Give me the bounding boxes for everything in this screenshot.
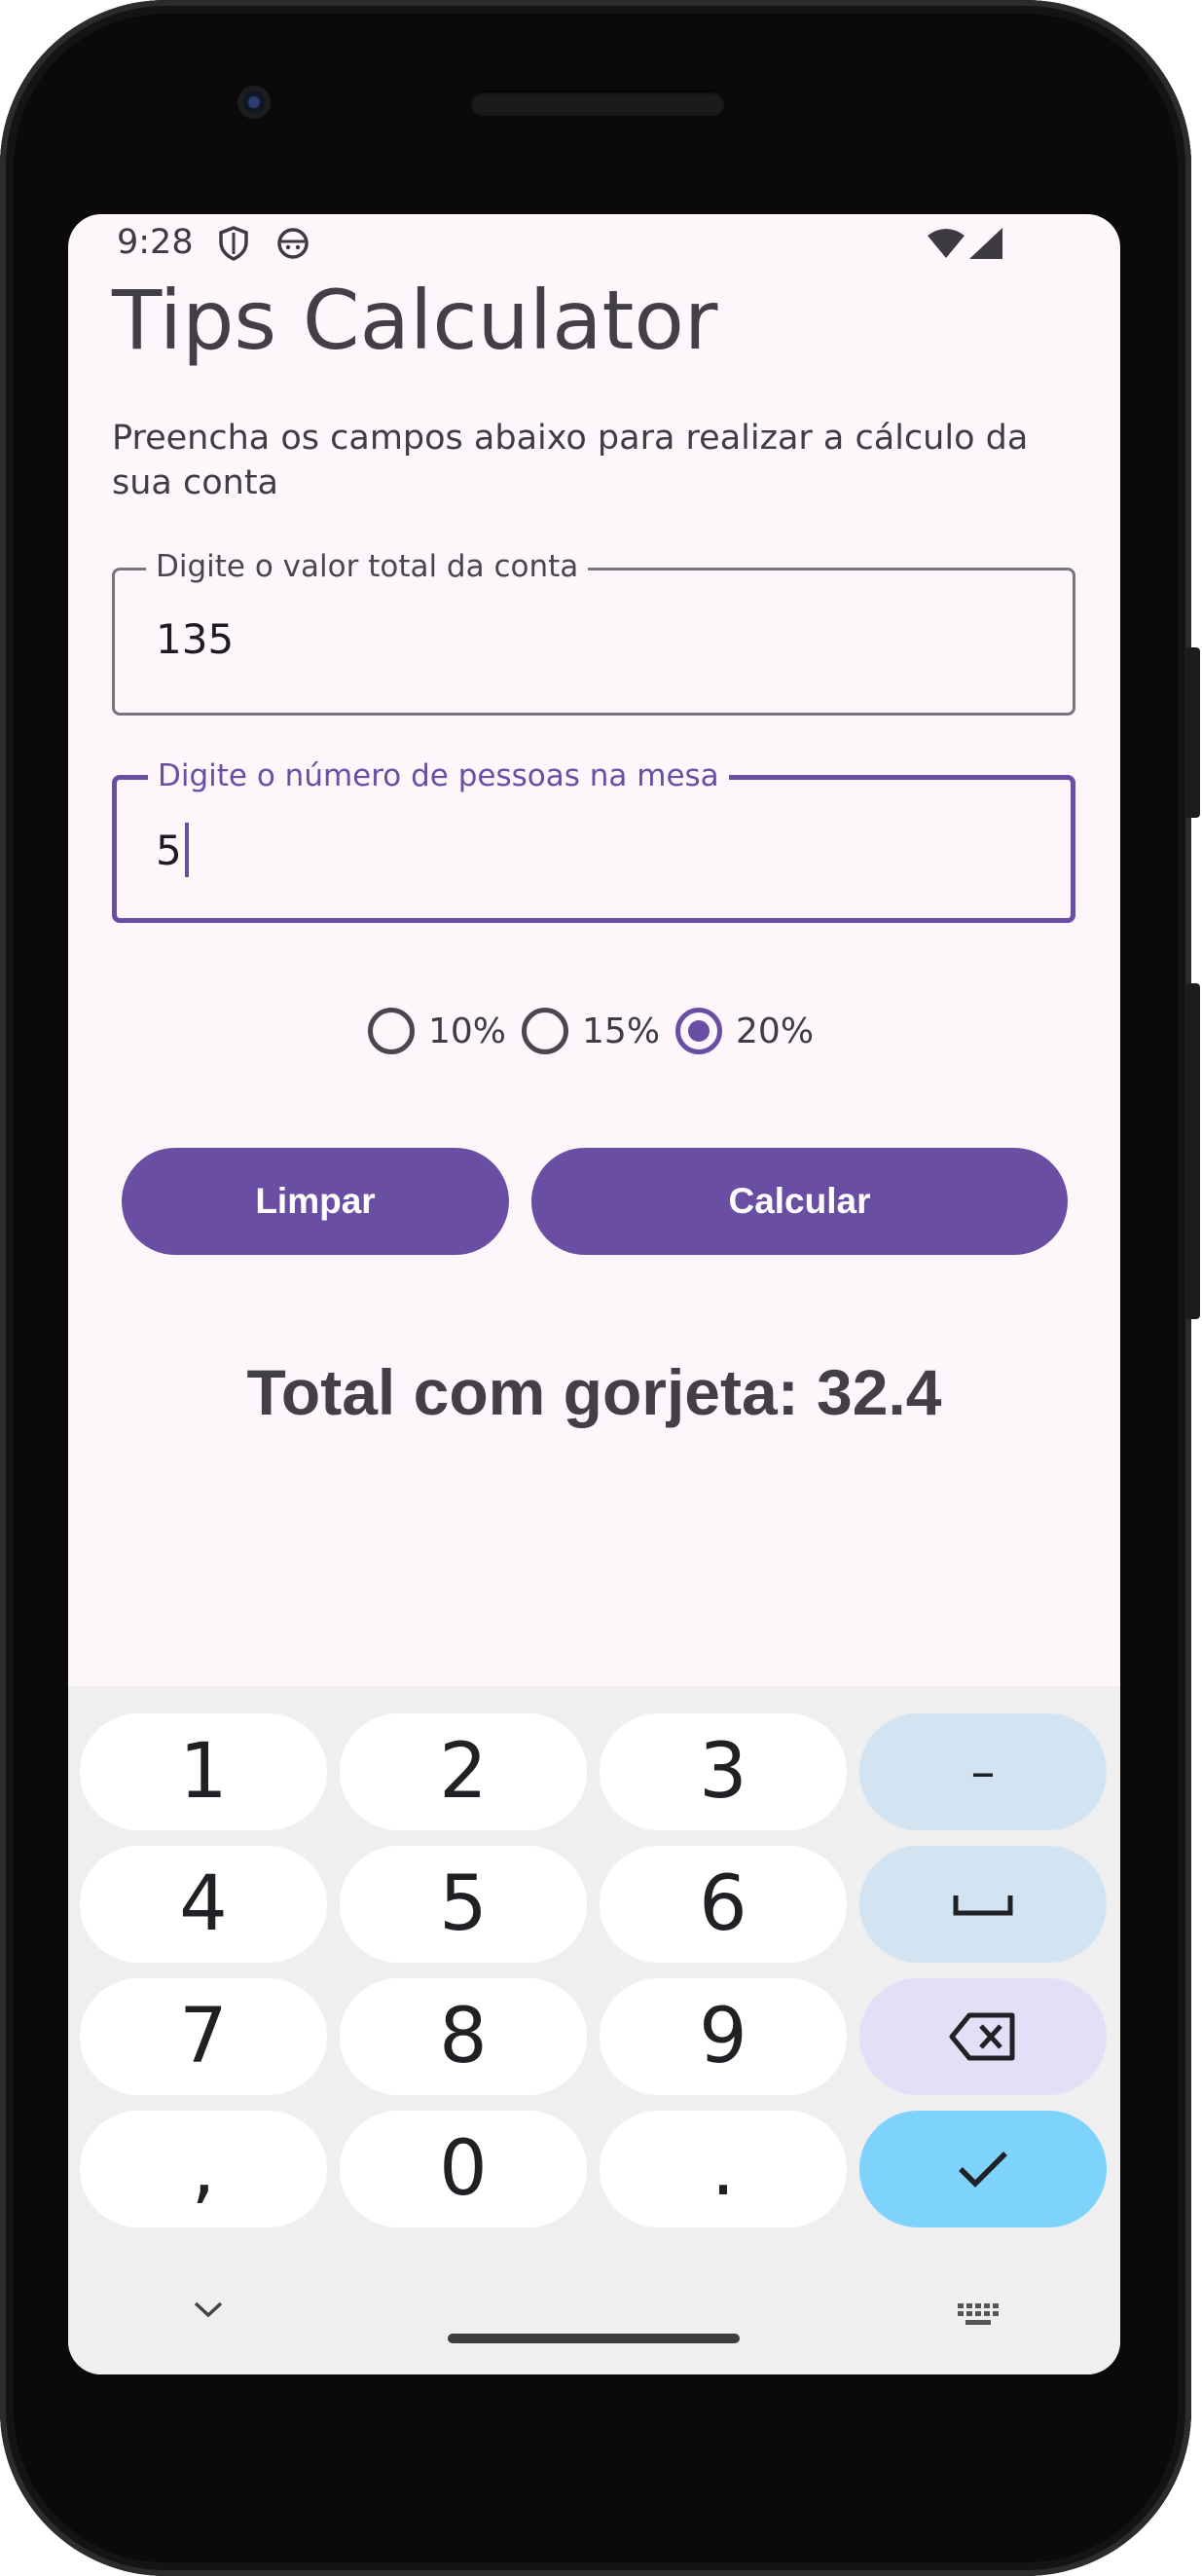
keyboard-switch-icon[interactable] bbox=[956, 2301, 1001, 2335]
comma-key[interactable]: , bbox=[80, 2111, 327, 2227]
key-3[interactable]: 3 bbox=[600, 1713, 847, 1830]
chevron-down-icon[interactable] bbox=[193, 2300, 224, 2323]
status-bar: 9:28 bbox=[68, 214, 1120, 269]
key-4[interactable]: 4 bbox=[80, 1846, 327, 1963]
minus-key-label: – bbox=[970, 1744, 996, 1800]
key-5[interactable]: 5 bbox=[340, 1846, 587, 1963]
radio-tip-10[interactable]: 10% bbox=[368, 1008, 506, 1054]
bill-total-field[interactable]: Digite o valor total da conta 135 bbox=[112, 549, 1075, 716]
text-cursor bbox=[184, 823, 189, 877]
radio-tip-15[interactable]: 15% bbox=[522, 1008, 660, 1054]
instructions-text: Preencha os campos abaixo para realizar … bbox=[112, 419, 1029, 502]
earpiece-speaker bbox=[470, 91, 725, 116]
front-camera bbox=[237, 86, 271, 119]
radio-tip-20[interactable]: 20% bbox=[675, 1008, 814, 1054]
checkmark-icon bbox=[959, 2152, 1007, 2188]
space-bar-icon bbox=[953, 1895, 1013, 1916]
key-1[interactable]: 1 bbox=[80, 1713, 327, 1830]
volume-button bbox=[1184, 983, 1200, 1319]
radio-label: 10% bbox=[428, 1011, 507, 1051]
numeric-keyboard: 1 2 3 – 4 5 6 7 8 9 , 0 . bbox=[68, 1686, 1120, 2374]
radio-button-icon[interactable] bbox=[522, 1008, 569, 1054]
key-8[interactable]: 8 bbox=[340, 1978, 587, 2095]
key-2[interactable]: 2 bbox=[340, 1713, 587, 1830]
wifi-icon bbox=[927, 228, 965, 263]
shield-icon bbox=[218, 226, 249, 265]
power-button bbox=[1184, 647, 1200, 818]
key-0[interactable]: 0 bbox=[340, 2111, 587, 2227]
people-count-field[interactable]: Digite o número de pessoas na mesa 5 bbox=[112, 758, 1075, 923]
android-icon bbox=[276, 226, 310, 263]
radio-button-icon[interactable] bbox=[368, 1008, 415, 1054]
done-key[interactable] bbox=[859, 2111, 1107, 2227]
key-7[interactable]: 7 bbox=[80, 1978, 327, 2095]
tip-percentage-group: 10% 15% 20% bbox=[368, 1002, 829, 1060]
minus-key[interactable]: – bbox=[859, 1713, 1107, 1830]
radio-label: 15% bbox=[582, 1011, 661, 1051]
key-6[interactable]: 6 bbox=[600, 1846, 847, 1963]
people-count-label: Digite o número de pessoas na mesa bbox=[148, 758, 729, 793]
radio-label: 20% bbox=[736, 1011, 815, 1051]
bill-total-input[interactable]: 135 bbox=[156, 615, 234, 663]
people-count-input[interactable]: 5 bbox=[156, 823, 189, 877]
key-9[interactable]: 9 bbox=[600, 1978, 847, 2095]
status-time: 9:28 bbox=[117, 223, 194, 262]
page-title: Tips Calculator bbox=[112, 273, 718, 368]
signal-icon bbox=[968, 228, 1003, 263]
backspace-key[interactable] bbox=[859, 1978, 1107, 2095]
calculate-button[interactable]: Calcular bbox=[531, 1148, 1068, 1255]
clear-button[interactable]: Limpar bbox=[122, 1148, 509, 1255]
bill-total-label: Digite o valor total da conta bbox=[146, 549, 589, 584]
space-key[interactable] bbox=[859, 1846, 1107, 1963]
backspace-icon bbox=[949, 2012, 1015, 2061]
app-screen: 9:28 Tips Calculator Preencha os campos … bbox=[68, 214, 1120, 2374]
period-key[interactable]: . bbox=[600, 2111, 847, 2227]
total-result: Total com gorjeta: 32.4 bbox=[246, 1356, 942, 1428]
home-indicator[interactable] bbox=[448, 2334, 740, 2343]
radio-button-selected-icon[interactable] bbox=[675, 1008, 723, 1054]
